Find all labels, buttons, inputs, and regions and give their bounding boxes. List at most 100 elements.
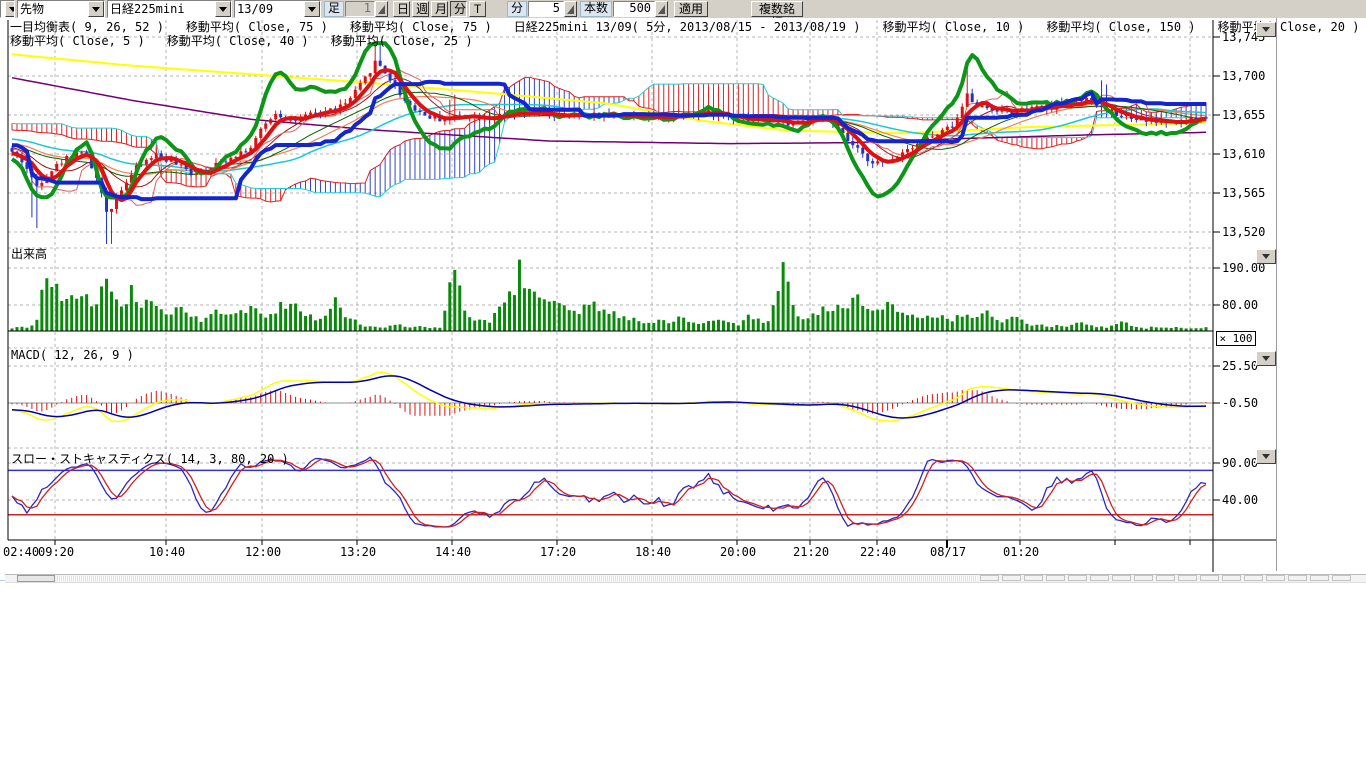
- chevron-down-icon: [1262, 254, 1270, 259]
- scrollbar-button[interactable]: [1090, 575, 1109, 581]
- axis-tick-label: 13,610: [1222, 147, 1265, 161]
- legend-item: 移動平均( Close, 25 ): [331, 34, 473, 48]
- bar-interval-input[interactable]: 1: [345, 1, 375, 17]
- time-tick-label: 13:20: [340, 545, 376, 559]
- instrument-type-combo-value: 先物: [18, 2, 88, 16]
- chevron-down-icon: [1262, 454, 1270, 459]
- minute-input[interactable]: 5: [528, 1, 564, 17]
- volume-axis-dropdown-button[interactable]: [1256, 249, 1276, 264]
- scrollbar-button[interactable]: [1310, 575, 1329, 581]
- axis-tick-label: 13,565: [1222, 186, 1265, 200]
- chart-window: 一目均衡表( 9, 26, 52 )移動平均( Close, 75 )移動平均(…: [0, 18, 1366, 580]
- time-tick-label: 01:20: [1003, 545, 1039, 559]
- time-tick-label: 08/17: [930, 545, 966, 559]
- scrollbar-button[interactable]: [1332, 575, 1351, 581]
- legend-item: 移動平均( Close, 75 ): [350, 20, 492, 34]
- count-input[interactable]: 500: [613, 1, 655, 17]
- instrument-type-combo[interactable]: 先物: [17, 0, 105, 18]
- time-tick-label: 22:40: [860, 545, 896, 559]
- price-axis-dropdown-button[interactable]: [1256, 22, 1276, 37]
- legend-item: 日経225mini 13/09( 5分, 2013/08/15 - 2013/0…: [514, 20, 861, 34]
- main-toolbar: 先物日経225mini13/09 足 1 日週月分T 分 5 本数 500 適用…: [0, 0, 1366, 19]
- time-tick-label: 10:40: [149, 545, 185, 559]
- apply-button[interactable]: 適用: [674, 1, 708, 17]
- symbol-combo[interactable]: 日経225mini: [107, 0, 232, 18]
- chevron-down-icon: [1262, 27, 1270, 32]
- edge-combo[interactable]: [0, 0, 15, 18]
- time-tick-label: 17:20: [540, 545, 576, 559]
- chevron-down-icon[interactable]: [5, 1, 15, 17]
- time-tick-label: 02:40: [3, 545, 39, 559]
- contract-month-combo-value: 13/09: [235, 2, 304, 16]
- scrollbar-button[interactable]: [1024, 575, 1043, 581]
- axis-tick-label: 13,655: [1222, 108, 1265, 122]
- volume-multiplier-box: × 100: [1216, 331, 1256, 346]
- scrollbar-button[interactable]: [1266, 575, 1285, 581]
- time-tick-label: 09:20: [38, 545, 74, 559]
- bar-type-label: 足: [324, 1, 344, 17]
- chevron-down-icon[interactable]: [304, 1, 320, 17]
- axis-tick-label: 40.00: [1222, 493, 1258, 507]
- axis-tick-label: 90.00: [1222, 456, 1258, 470]
- chart-canvas: [0, 18, 1366, 580]
- time-tick-label: 18:40: [635, 545, 671, 559]
- minute-spinner[interactable]: [564, 1, 577, 17]
- axis-tick-label: 80.00: [1222, 298, 1258, 312]
- chevron-down-icon[interactable]: [215, 1, 231, 17]
- time-tick-label: 21:20: [793, 545, 829, 559]
- axis-tick-label: 13,520: [1222, 225, 1265, 239]
- legend-item: 移動平均( Close, 75 ): [186, 20, 328, 34]
- time-tick-label: 14:40: [435, 545, 471, 559]
- scrollbar-button[interactable]: [1244, 575, 1263, 581]
- minute-group: 5: [528, 1, 577, 17]
- scrollbar-button[interactable]: [1112, 575, 1131, 581]
- legend-item: 移動平均( Close, 150 ): [1046, 20, 1195, 34]
- bar-interval-spinner[interactable]: [375, 1, 388, 17]
- macd-panel-label: MACD( 12, 26, 9 ): [11, 348, 134, 362]
- scrollbar-button[interactable]: [1200, 575, 1219, 581]
- contract-month-combo[interactable]: 13/09: [234, 0, 321, 18]
- multi-symbol-button[interactable]: 複数銘柄: [751, 1, 803, 17]
- chevron-down-icon[interactable]: [88, 1, 104, 17]
- count-group: 500: [613, 1, 668, 17]
- period-button-週[interactable]: 週: [412, 1, 429, 17]
- scrollbar-track-texture: [57, 576, 977, 581]
- scrollbar-button[interactable]: [1156, 575, 1175, 581]
- stoch-axis-dropdown-button[interactable]: [1256, 449, 1276, 464]
- stoch-panel-label: スロー・ストキャスティクス( 14, 3, 80, 20 ): [11, 450, 289, 467]
- macd-axis-dropdown-button[interactable]: [1256, 351, 1276, 366]
- period-buttons: 日週月分T: [392, 1, 487, 17]
- minute-label: 分: [507, 1, 527, 17]
- legend-row-1: 一目均衡表( 9, 26, 52 ) 移動平均( Close, 75 ) 移動平均(…: [10, 21, 1366, 34]
- scrollbar-button[interactable]: [1002, 575, 1021, 581]
- scrollbar-thumb[interactable]: [17, 575, 55, 582]
- period-button-日[interactable]: 日: [393, 1, 410, 17]
- period-button-月[interactable]: 月: [431, 1, 448, 17]
- horizontal-scrollbar[interactable]: [5, 574, 1366, 583]
- period-button-分[interactable]: 分: [450, 1, 467, 17]
- time-tick-label: 20:00: [720, 545, 756, 559]
- symbol-combo-value: 日経225mini: [108, 2, 215, 16]
- count-spinner[interactable]: [655, 1, 668, 17]
- scrollbar-button[interactable]: [1222, 575, 1241, 581]
- volume-panel-label: 出来高: [11, 245, 47, 262]
- scrollbar-button[interactable]: [1288, 575, 1307, 581]
- legend-item: 移動平均( Close, 5 ): [10, 34, 145, 48]
- legend-item: 一目均衡表( 9, 26, 52 ): [10, 20, 164, 34]
- scrollbar-button[interactable]: [1046, 575, 1065, 581]
- scrollbar-button[interactable]: [1068, 575, 1087, 581]
- bar-interval-group: 1: [345, 1, 388, 17]
- axis-tick-label: 25.50: [1222, 359, 1258, 373]
- scrollbar-button[interactable]: [1178, 575, 1197, 581]
- count-label: 本数: [580, 1, 612, 17]
- legend-item: 移動平均( Close, 10 ): [882, 20, 1024, 34]
- period-button-T[interactable]: T: [469, 1, 486, 17]
- time-tick-label: 12:00: [245, 545, 281, 559]
- scrollbar-button[interactable]: [980, 575, 999, 581]
- scrollbar-right-buttons: [980, 575, 1351, 582]
- axis-separator: [1276, 18, 1277, 571]
- scrollbar-button[interactable]: [1134, 575, 1153, 581]
- legend-item: 移動平均( Close, 40 ): [167, 34, 309, 48]
- chevron-down-icon: [1262, 356, 1270, 361]
- toolbar-combos: 先物 日経225mini 13/09: [0, 0, 323, 18]
